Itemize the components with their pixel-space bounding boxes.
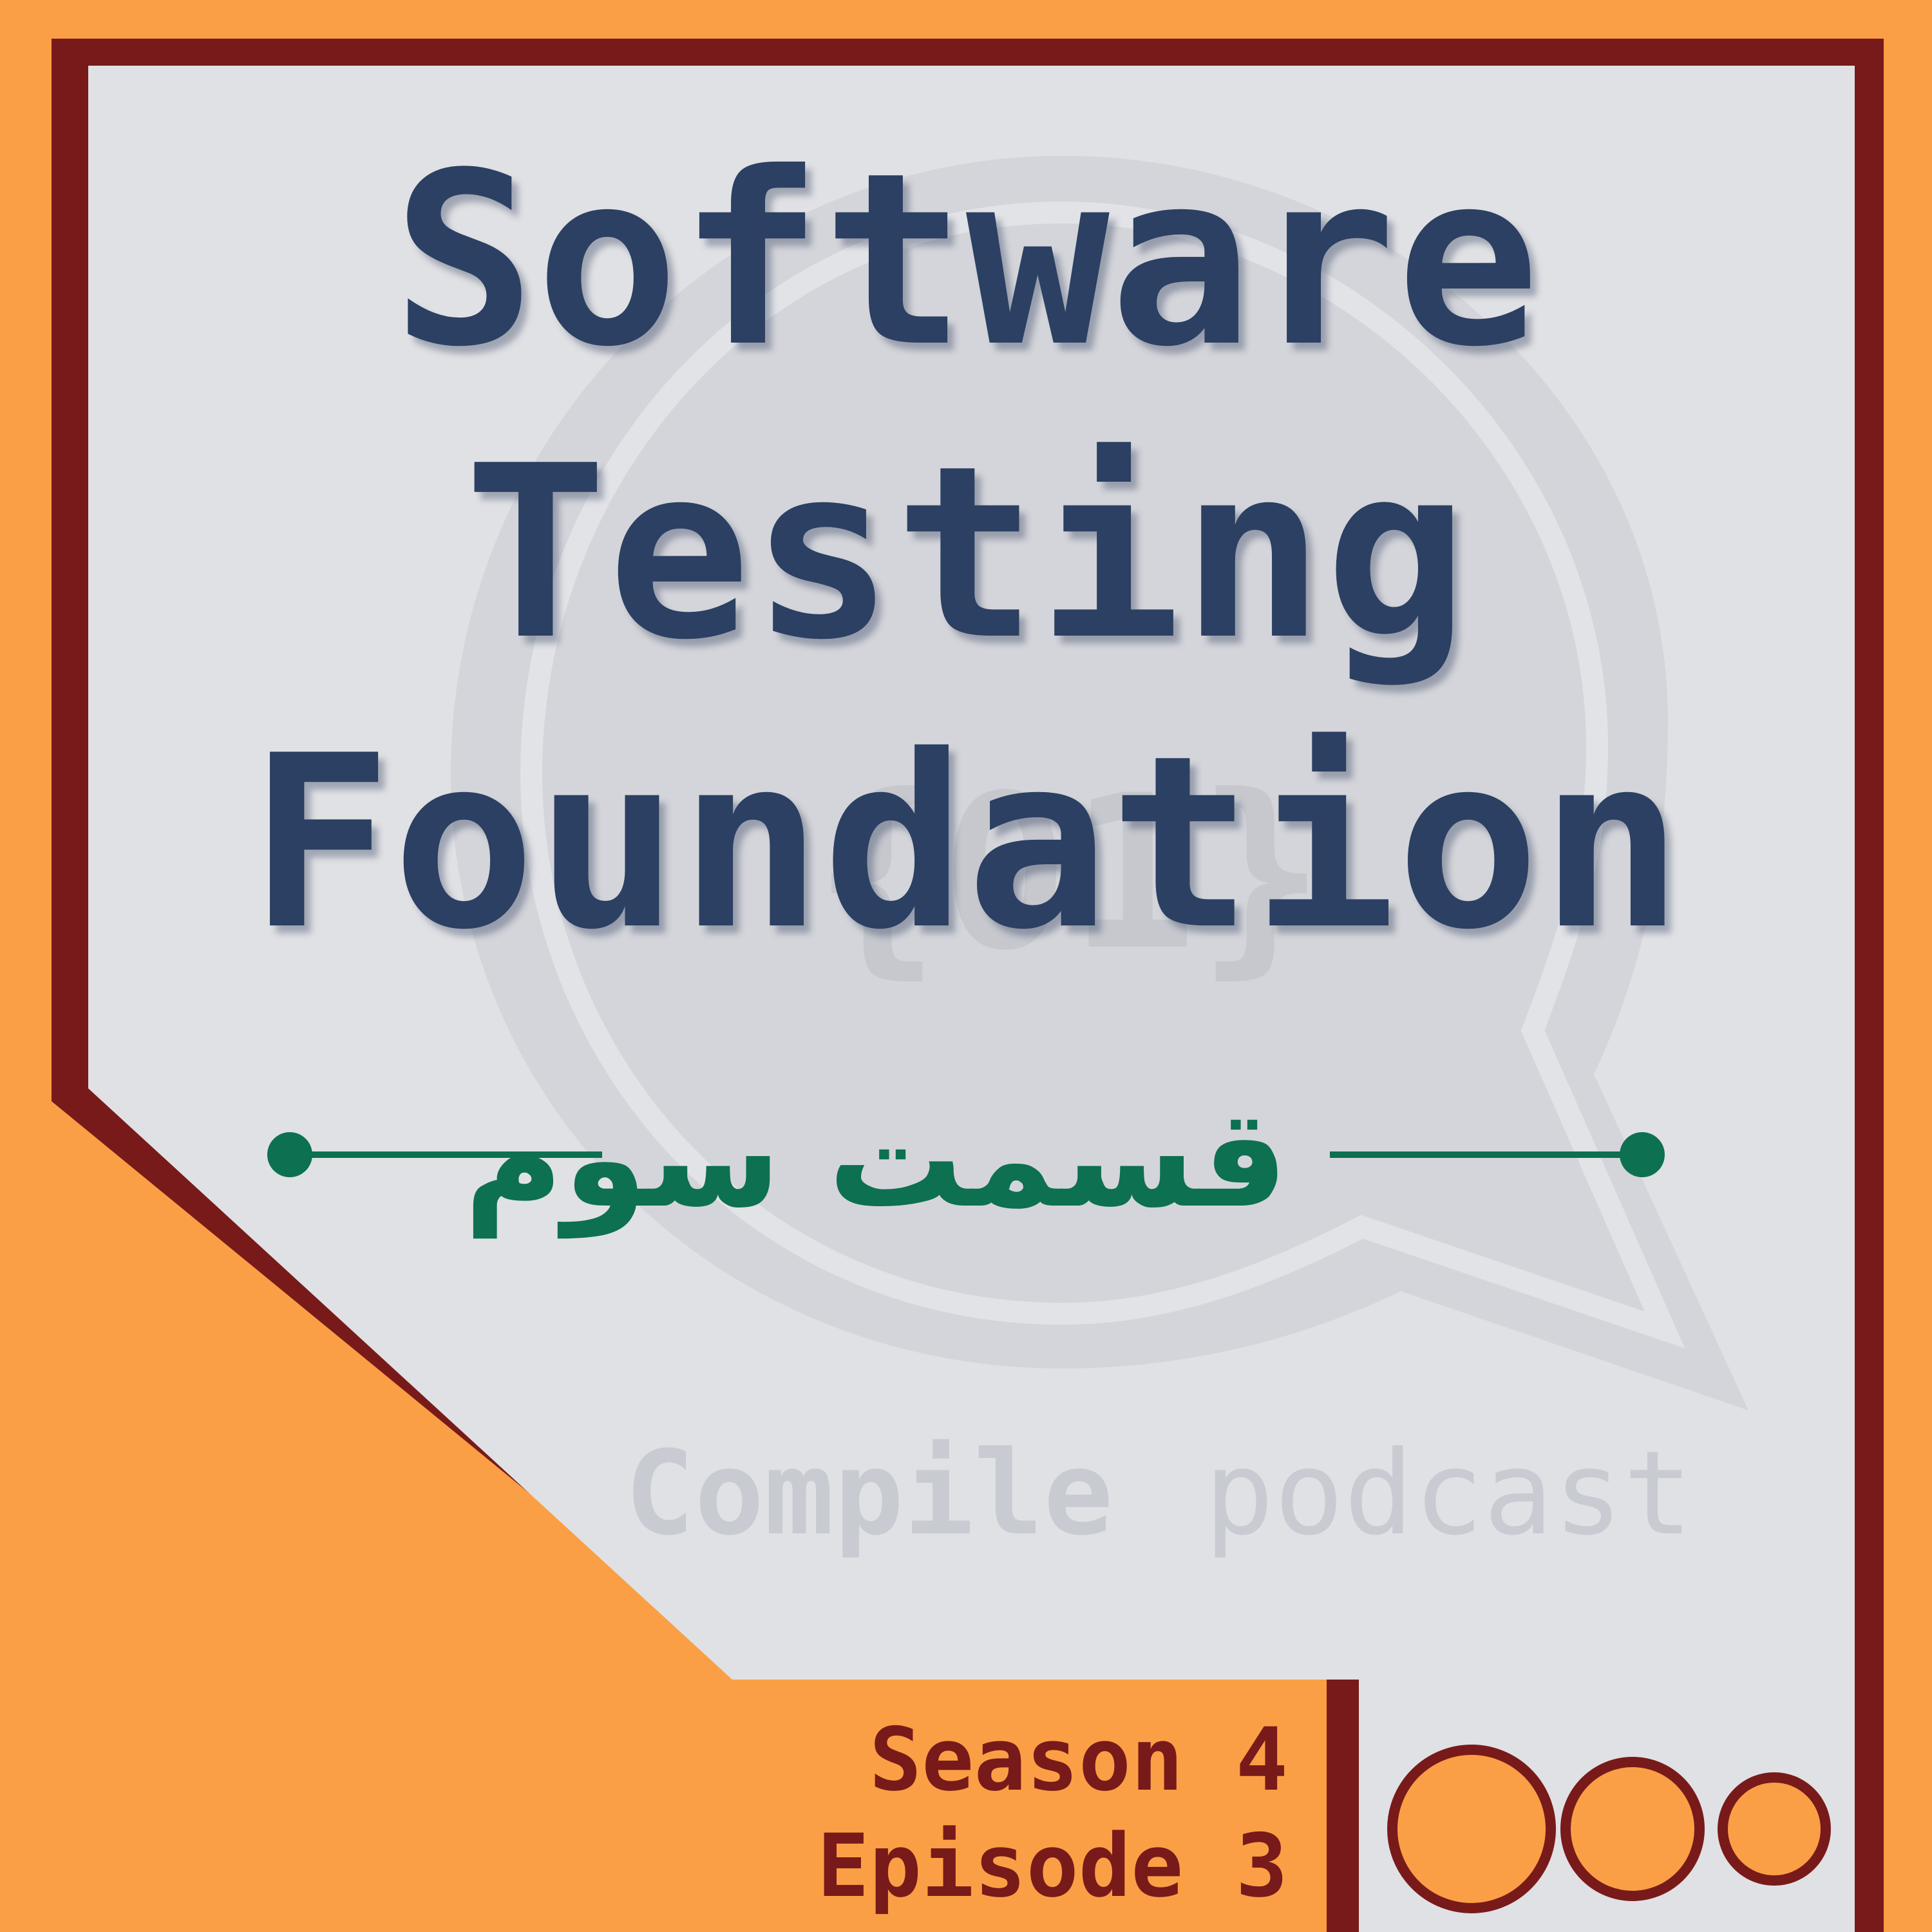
divider-dot-icon [1620, 1132, 1665, 1177]
episode-subtitle: قسمت سوم [464, 1080, 1288, 1238]
title-line-testing: Testing [464, 415, 1468, 692]
brand-name-bold: Compile [625, 1426, 1113, 1561]
title-line-software: Software [392, 122, 1540, 399]
podcast-cover: {01} Compile podcast Software Testing Fo… [0, 0, 1932, 1932]
episode-label: Episode 3 [817, 1815, 1289, 1917]
title-line-foundation: Foundation [249, 705, 1683, 982]
brand-name-light: podcast [1204, 1426, 1693, 1561]
season-label: Season 4 [869, 1709, 1288, 1810]
